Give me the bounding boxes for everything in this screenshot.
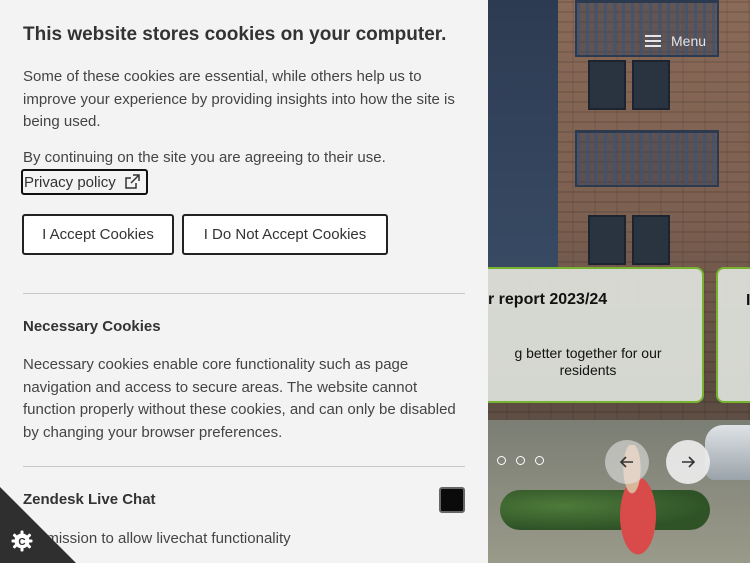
card-title: r report 2023/24 — [488, 291, 608, 308]
zendesk-chat-description: Permission to allow livechat functionali… — [23, 530, 291, 547]
divider — [23, 293, 465, 294]
menu-button[interactable]: Menu — [645, 33, 706, 49]
zendesk-chat-title: Zendesk Live Chat — [23, 491, 156, 508]
window — [632, 60, 670, 110]
decline-cookies-button[interactable]: I Do Not Accept Cookies — [182, 214, 388, 255]
carousel-dot[interactable] — [497, 456, 506, 465]
necessary-cookies-title: Necessary Cookies — [23, 318, 161, 335]
cookie-settings-icon[interactable]: C — [9, 528, 35, 554]
cookie-description: Some of these cookies are essential, whi… — [23, 68, 455, 130]
cookie-panel-title: This website stores cookies on your comp… — [23, 24, 447, 45]
cookie-agreement-text: By continuing on the site you are agreei… — [23, 149, 386, 166]
arrow-left-icon — [620, 456, 633, 468]
accept-cookies-button[interactable]: I Accept Cookies — [22, 214, 174, 255]
external-link-icon — [124, 174, 140, 189]
carousel-prev-button[interactable] — [605, 440, 649, 484]
gear-icon: C — [11, 530, 33, 552]
window — [632, 215, 670, 265]
zendesk-chat-toggle[interactable] — [439, 487, 465, 513]
carousel-next-button[interactable] — [666, 440, 710, 484]
svg-text:C: C — [18, 537, 25, 548]
carousel-dot[interactable] — [516, 456, 525, 465]
arrow-right-icon — [682, 456, 695, 468]
carousel-dot[interactable] — [535, 456, 544, 465]
news-card[interactable]: I t — [716, 267, 750, 403]
window — [588, 215, 626, 265]
privacy-policy-link[interactable]: Privacy policy — [21, 169, 148, 195]
hamburger-icon — [645, 35, 661, 47]
carousel-dots — [497, 456, 544, 465]
card-title: I t — [746, 292, 750, 309]
necessary-cookies-description: Necessary cookies enable core functional… — [23, 356, 456, 441]
building-facade-panel — [488, 0, 558, 270]
card-subtitle: g better together for our residents — [514, 345, 662, 378]
privacy-policy-label: Privacy policy — [24, 173, 116, 191]
cookie-consent-panel: This website stores cookies on your comp… — [0, 0, 488, 563]
balcony — [575, 130, 719, 187]
menu-label: Menu — [671, 33, 707, 49]
parked-car — [705, 425, 750, 480]
window — [588, 60, 626, 110]
divider — [23, 466, 465, 467]
